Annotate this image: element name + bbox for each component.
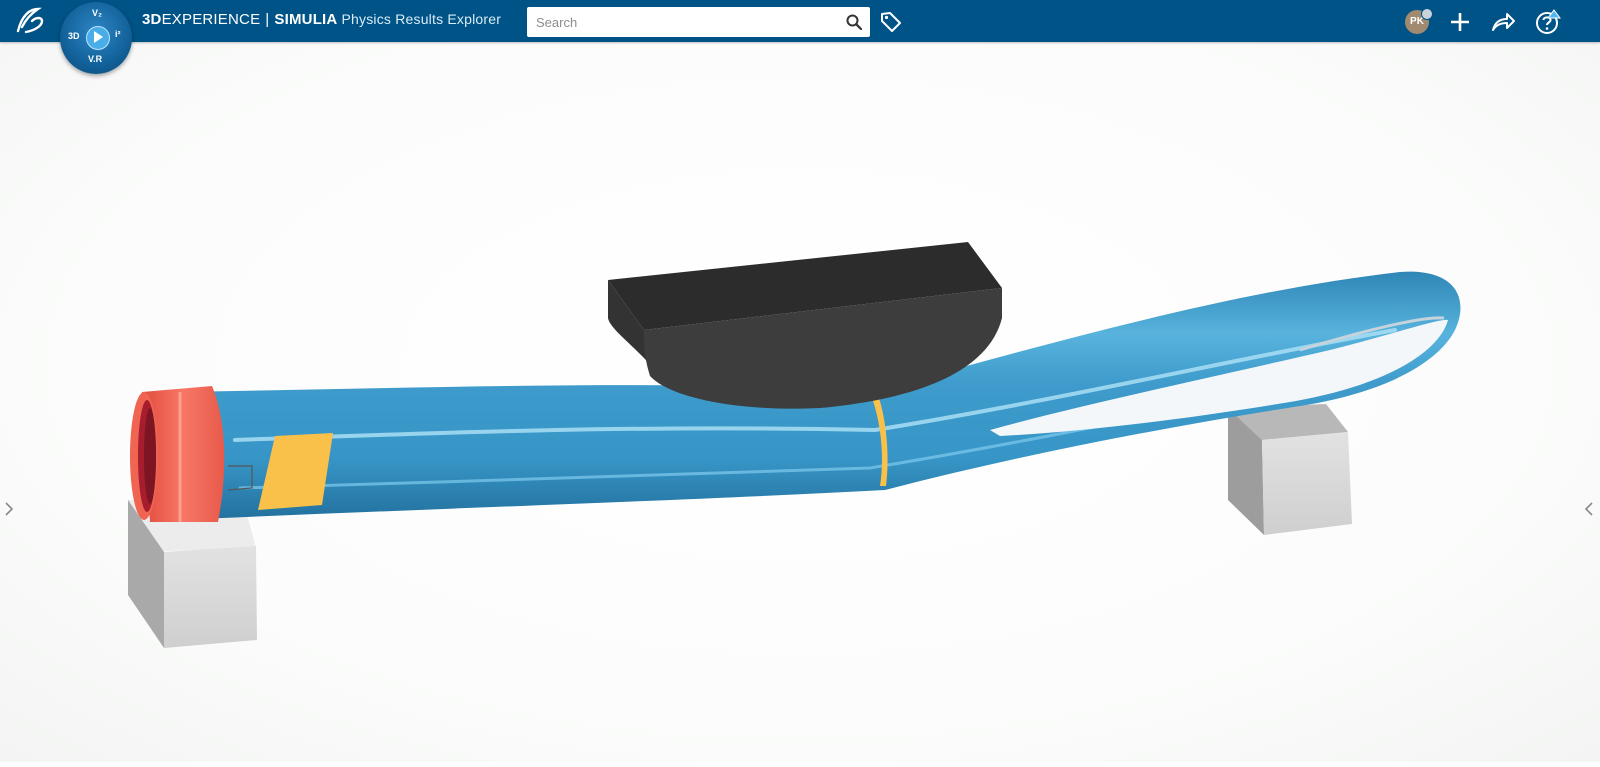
compass-left-quadrant[interactable]: 3D <box>68 31 80 41</box>
brand-product: SIMULIA <box>274 11 338 28</box>
search-box <box>527 7 870 37</box>
3d-viewport[interactable] <box>0 42 1600 762</box>
chevron-left-icon[interactable] <box>1582 500 1596 518</box>
compass-widget[interactable]: V₂ 3D i² V.R <box>60 2 132 74</box>
brand-experience: EXPERIENCE <box>161 11 261 28</box>
ds-logo-icon[interactable] <box>12 5 48 37</box>
search-input[interactable] <box>527 7 837 37</box>
app-title: 3DEXPERIENCE | SIMULIA Physics Results Expl… <box>142 11 501 28</box>
brand-3d: 3D <box>142 11 162 28</box>
top-bar: 3DEXPERIENCE | SIMULIA Physics Results Expl… <box>0 0 1600 42</box>
tag-icon[interactable] <box>879 10 903 34</box>
brand-separator: | <box>265 11 270 28</box>
compass-right-quadrant[interactable]: i² <box>115 29 121 39</box>
presence-dot <box>1421 8 1433 20</box>
share-icon[interactable] <box>1490 9 1516 35</box>
compass-bottom-quadrant[interactable]: V.R <box>88 54 102 64</box>
help-icon[interactable] <box>1535 9 1561 35</box>
chevron-right-icon[interactable] <box>2 500 16 518</box>
app-name: Physics Results Explorer <box>341 11 502 27</box>
search-icon[interactable] <box>846 14 862 30</box>
user-avatar[interactable]: PK <box>1405 8 1433 34</box>
compass-top-quadrant[interactable]: V₂ <box>92 8 102 18</box>
plus-icon[interactable] <box>1447 9 1473 35</box>
3d-model-canvas[interactable] <box>0 42 1600 762</box>
play-icon <box>94 31 103 43</box>
right-support-block[interactable] <box>1228 404 1352 535</box>
